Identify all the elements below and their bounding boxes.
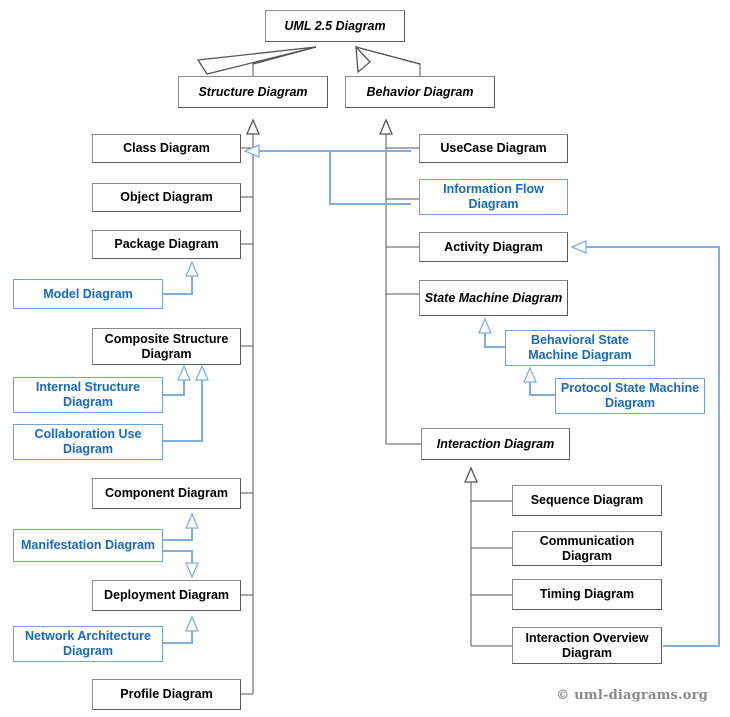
node-interaction-overview-diagram[interactable]: Interaction Overview Diagram [512, 627, 662, 664]
node-label: Interaction Overview Diagram [525, 630, 649, 660]
node-label: Class Diagram [123, 141, 210, 156]
node-timing-diagram[interactable]: Timing Diagram [512, 579, 662, 610]
arrow-collaborationuse-to-composite [195, 364, 209, 381]
node-state-machine-diagram[interactable]: State Machine Diagram [419, 280, 568, 316]
node-sequence-diagram[interactable]: Sequence Diagram [512, 485, 662, 516]
node-label: Object Diagram [120, 190, 213, 205]
arrow-activity-blue-right [570, 240, 587, 254]
node-behavioral-state-machine-diagram[interactable]: Behavioral State Machine Diagram [505, 330, 655, 366]
node-interaction-diagram[interactable]: Interaction Diagram [421, 428, 570, 460]
node-label: Deployment Diagram [103, 588, 230, 603]
node-label: Component Diagram [105, 486, 228, 501]
node-label: Collaboration Use Diagram [34, 427, 142, 456]
node-behavior-diagram[interactable]: Behavior Diagram [345, 76, 495, 108]
node-label: Model Diagram [43, 286, 133, 301]
node-collaboration-use-diagram[interactable]: Collaboration Use Diagram [13, 424, 163, 460]
node-label: Composite Structure Diagram [104, 331, 229, 361]
node-composite-structure-diagram[interactable]: Composite Structure Diagram [92, 328, 241, 365]
arrow-protocolsm-to-behavioralsm [523, 366, 537, 383]
copyright-credit: © uml-diagrams.org [556, 688, 708, 703]
arrow-structure-to-root [196, 46, 317, 75]
arrow-class-blue-left [243, 144, 260, 158]
node-information-flow-diagram[interactable]: Information Flow Diagram [419, 179, 568, 215]
node-label: Package Diagram [114, 237, 219, 252]
arrow-manifestation-to-component [185, 512, 199, 529]
arrow-behavioralsm-to-statemachine [478, 317, 492, 334]
arrow-manifestation-to-deployment [185, 562, 199, 579]
edge-model-to-package [163, 266, 193, 295]
node-profile-diagram[interactable]: Profile Diagram [92, 679, 241, 710]
node-class-diagram[interactable]: Class Diagram [92, 134, 241, 163]
node-object-diagram[interactable]: Object Diagram [92, 183, 241, 212]
edge-manifestation-to-deployment [163, 550, 193, 573]
arrow-behaviorchildren [379, 118, 393, 135]
node-label: UML 2.5 Diagram [284, 18, 386, 33]
node-label: Protocol State Machine Diagram [560, 381, 700, 410]
node-uml-2-5-diagram[interactable]: UML 2.5 Diagram [265, 10, 405, 42]
node-usecase-diagram[interactable]: UseCase Diagram [419, 134, 568, 163]
arrow-interactionchildren [464, 466, 478, 483]
node-activity-diagram[interactable]: Activity Diagram [419, 232, 568, 262]
arrow-networkarch-to-deployment [185, 615, 199, 632]
node-label: Manifestation Diagram [20, 538, 156, 553]
node-label: State Machine Diagram [424, 290, 563, 305]
node-label: UseCase Diagram [440, 141, 547, 156]
edge-class-to-usecase-blue [249, 150, 411, 205]
arrow-model-to-package [185, 260, 199, 277]
node-label: Activity Diagram [444, 239, 543, 254]
node-internal-structure-diagram[interactable]: Internal Structure Diagram [13, 377, 163, 413]
uml-diagram-canvas: UML 2.5 Diagram Structure Diagram Behavi… [0, 0, 730, 717]
node-label: Structure Diagram [198, 84, 308, 99]
node-label: Communication Diagram [539, 533, 635, 563]
node-model-diagram[interactable]: Model Diagram [13, 279, 163, 309]
edge-manifestation-to-component [163, 518, 193, 541]
node-label: Information Flow Diagram [443, 182, 544, 211]
arrow-internalstructure-to-composite [177, 364, 191, 381]
node-communication-diagram[interactable]: Communication Diagram [512, 531, 662, 566]
node-manifestation-diagram[interactable]: Manifestation Diagram [13, 529, 163, 562]
node-protocol-state-machine-diagram[interactable]: Protocol State Machine Diagram [555, 378, 705, 414]
node-label: Interaction Diagram [436, 436, 555, 451]
edge-collaborationuse-to-composite [163, 372, 203, 442]
node-label: Internal Structure Diagram [35, 380, 141, 409]
edge-networkarch-to-deployment [163, 621, 193, 644]
node-deployment-diagram[interactable]: Deployment Diagram [92, 580, 241, 611]
node-package-diagram[interactable]: Package Diagram [92, 230, 241, 259]
node-label: Behavioral State Machine Diagram [528, 333, 632, 362]
node-label: Timing Diagram [539, 587, 635, 602]
node-network-architecture-diagram[interactable]: Network Architecture Diagram [13, 626, 163, 662]
node-label: Behavior Diagram [366, 84, 474, 99]
node-label: Network Architecture Diagram [25, 629, 151, 658]
node-structure-diagram[interactable]: Structure Diagram [178, 76, 328, 108]
node-component-diagram[interactable]: Component Diagram [92, 478, 241, 509]
node-label: Sequence Diagram [530, 493, 644, 508]
arrow-structurechildren [246, 118, 260, 135]
node-label: Profile Diagram [120, 687, 213, 702]
